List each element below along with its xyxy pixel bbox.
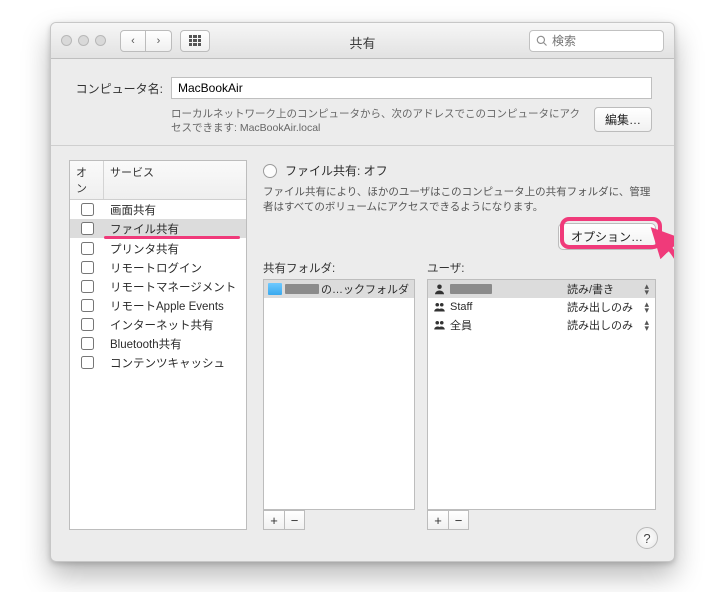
user-name: Staff — [450, 301, 567, 313]
service-label: リモートマネージメント — [104, 279, 246, 295]
user-row[interactable]: 全員 読み出しのみ▴▾ — [428, 316, 655, 334]
service-checkbox[interactable] — [81, 261, 94, 274]
computer-name-row: コンピュータ名: — [51, 59, 674, 103]
redacted-text — [450, 284, 492, 294]
permission-select[interactable]: 読み/書き▴▾ — [567, 281, 651, 297]
users-label: ユーザ: — [427, 260, 656, 276]
service-label: インターネット共有 — [104, 317, 246, 333]
service-label: プリンタ共有 — [104, 241, 246, 257]
window-controls — [61, 35, 106, 46]
user-name-text: 全員 — [450, 320, 472, 332]
users-column: ユーザ: 読み/書き▴▾ Staff 読み出しのみ▴▾ 全員 読み出しのみ▴▾ + − — [427, 260, 656, 531]
shared-folders-list[interactable]: の…ックフォルダ — [263, 279, 415, 511]
services-header-on: オン — [70, 161, 104, 199]
users-list[interactable]: 読み/書き▴▾ Staff 読み出しのみ▴▾ 全員 読み出しのみ▴▾ — [427, 279, 656, 511]
people-icon — [432, 301, 446, 313]
service-row[interactable]: リモートApple Events — [70, 296, 246, 315]
computer-name-hint-row: ローカルネットワーク上のコンピュータから、次のアドレスでこのコンピュータにアクセ… — [51, 103, 674, 145]
body: オン サービス 画面共有ファイル共有プリンタ共有リモートログインリモートマネージ… — [51, 146, 674, 544]
service-label: リモートApple Events — [104, 298, 246, 314]
sharing-preferences-window: ‹ › 共有 コンピュータ名: ローカルネットワーク上のコンピュータから、次のア… — [50, 22, 675, 562]
service-label: Bluetooth共有 — [104, 336, 246, 352]
detail-pane: ファイル共有: オフ ファイル共有により、ほかのユーザはこのコンピュータ上の共有… — [263, 160, 656, 530]
status-description: ファイル共有により、ほかのユーザはこのコンピュータ上の共有フォルダに、管理者はす… — [263, 185, 656, 214]
minimize-icon[interactable] — [78, 35, 89, 46]
service-row[interactable]: 画面共有 — [70, 200, 246, 219]
people-icon — [432, 319, 446, 331]
service-checkbox[interactable] — [81, 203, 94, 216]
redacted-text — [285, 284, 319, 294]
status-title: ファイル共有: オフ — [285, 162, 388, 179]
service-checkbox[interactable] — [81, 222, 94, 235]
folder-name: の…ックフォルダ — [321, 281, 410, 297]
options-button[interactable]: オプション… — [558, 223, 656, 250]
services-header-service: サービス — [104, 161, 246, 199]
chevron-updown-icon: ▴▾ — [644, 283, 649, 295]
computer-name-hint: ローカルネットワーク上のコンピュータから、次のアドレスでこのコンピュータにアクセ… — [171, 107, 586, 135]
remove-folder-button[interactable]: − — [284, 510, 305, 530]
show-all-button[interactable] — [180, 30, 210, 52]
service-label: コンテンツキャッシュ — [104, 355, 246, 371]
service-checkbox[interactable] — [81, 356, 94, 369]
service-checkbox[interactable] — [81, 337, 94, 350]
folder-icon — [268, 283, 282, 295]
service-row[interactable]: リモートマネージメント — [70, 277, 246, 296]
lists-row: 共有フォルダ: の…ックフォルダ + − ユーザ: 読み/書き▴▾Staff読み… — [263, 260, 656, 531]
user-name-text: Staff — [450, 301, 472, 313]
service-checkbox[interactable] — [81, 318, 94, 331]
add-user-button[interactable]: + — [427, 510, 448, 530]
service-row[interactable]: インターネット共有 — [70, 315, 246, 334]
shared-folders-column: 共有フォルダ: の…ックフォルダ + − — [263, 260, 415, 531]
status-indicator — [263, 164, 277, 178]
folder-item[interactable]: の…ックフォルダ — [264, 280, 414, 298]
services-header: オン サービス — [70, 161, 246, 200]
status-row: ファイル共有: オフ — [263, 162, 656, 179]
folders-addremove: + − — [263, 510, 305, 530]
user-name: 全員 — [450, 317, 567, 333]
users-addremove: + − — [427, 510, 469, 530]
chevron-updown-icon: ▴▾ — [644, 319, 649, 331]
help-button[interactable]: ? — [636, 527, 658, 549]
permission-select[interactable]: 読み出しのみ▴▾ — [567, 299, 651, 315]
service-row[interactable]: リモートログイン — [70, 258, 246, 277]
user-name — [450, 284, 567, 294]
edit-button[interactable]: 編集… — [594, 107, 652, 132]
service-label: リモートログイン — [104, 260, 246, 276]
search-icon — [536, 35, 548, 47]
service-row[interactable]: コンテンツキャッシュ — [70, 353, 246, 372]
computer-name-label: コンピュータ名: — [73, 80, 163, 97]
user-row[interactable]: Staff 読み出しのみ▴▾ — [428, 298, 655, 316]
zoom-icon[interactable] — [95, 35, 106, 46]
person-icon — [432, 283, 446, 295]
forward-button[interactable]: › — [146, 30, 172, 52]
service-row[interactable]: Bluetooth共有 — [70, 334, 246, 353]
back-button[interactable]: ‹ — [120, 30, 146, 52]
service-row[interactable]: プリンタ共有 — [70, 239, 246, 258]
service-label: ファイル共有 — [104, 221, 246, 237]
search-field[interactable] — [529, 30, 664, 52]
service-checkbox[interactable] — [81, 242, 94, 255]
search-input[interactable] — [552, 34, 657, 48]
remove-user-button[interactable]: − — [448, 510, 469, 530]
computer-name-input[interactable] — [171, 77, 652, 99]
chevron-updown-icon: ▴▾ — [644, 301, 649, 313]
service-row[interactable]: ファイル共有 — [70, 219, 246, 238]
permission-select[interactable]: 読み出しのみ▴▾ — [567, 317, 651, 333]
nav-segment: ‹ › — [120, 30, 172, 52]
shared-folders-label: 共有フォルダ: — [263, 260, 415, 276]
add-folder-button[interactable]: + — [263, 510, 284, 530]
titlebar: ‹ › 共有 — [51, 23, 674, 59]
user-row[interactable]: 読み/書き▴▾ — [428, 280, 655, 298]
close-icon[interactable] — [61, 35, 72, 46]
services-rows: 画面共有ファイル共有プリンタ共有リモートログインリモートマネージメントリモートA… — [70, 200, 246, 372]
services-table: オン サービス 画面共有ファイル共有プリンタ共有リモートログインリモートマネージ… — [69, 160, 247, 530]
service-checkbox[interactable] — [81, 280, 94, 293]
service-label: 画面共有 — [104, 202, 246, 218]
service-checkbox[interactable] — [81, 299, 94, 312]
